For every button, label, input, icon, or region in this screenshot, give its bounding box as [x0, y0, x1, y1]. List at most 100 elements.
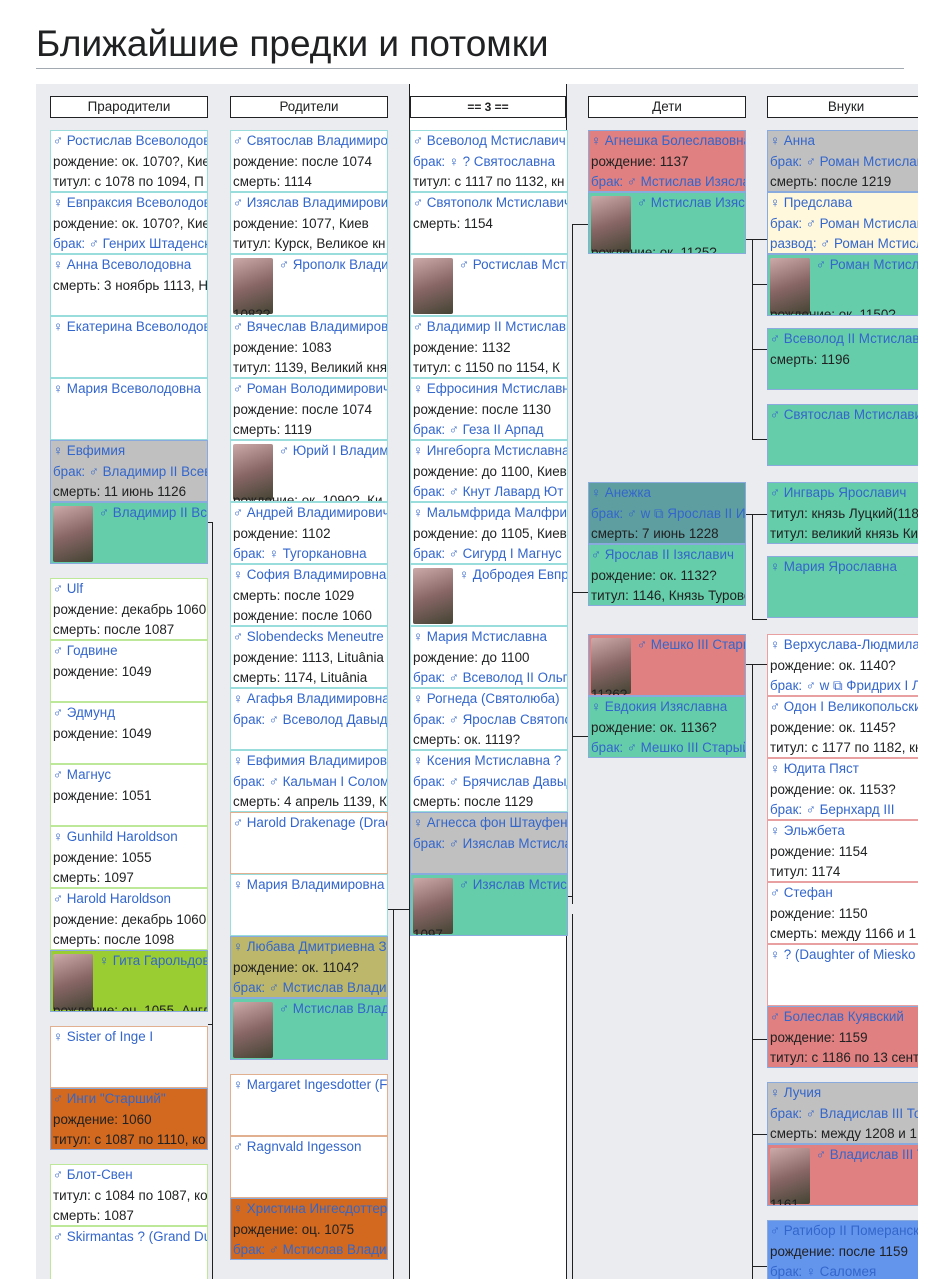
person-card[interactable]: ♂ Владислав III Тонконогий 1161 — [767, 1144, 918, 1206]
person-name-link[interactable]: ♂ Harold Drakenage (Drac — [233, 813, 387, 834]
person-name-link[interactable]: ♀ Ксения Мстиславна ? — [413, 751, 567, 772]
person-name-link[interactable]: ♂ Владислав III Тонконогий — [816, 1145, 918, 1166]
person-name-link[interactable]: ♂ Ulf — [53, 579, 207, 600]
person-card[interactable]: ♂ Мстислав Изяславич рождение: ок. 1125? — [588, 192, 746, 254]
person-name-link[interactable]: ♀ Анна Всеволодовна — [53, 255, 207, 276]
person-card[interactable]: ♀ Эльжбета рождение: 1154 титул: 1174 — [767, 820, 918, 882]
person-card[interactable]: ♀ Ксения Мстиславна ? брак: ♂ Брячислав Д… — [410, 750, 568, 812]
person-card[interactable]: ♀ Евфимия Владимировна брак: ♂ Кальман I … — [230, 750, 388, 812]
person-name-link[interactable]: ♀ Агнешка Болеславовна — [591, 131, 745, 152]
marriage-link[interactable]: брак: ♂ Мстислав Владимирович — [233, 1240, 387, 1259]
person-card[interactable]: ♀ Sister of Inge I — [50, 1026, 208, 1088]
person-name-link[interactable]: ♂ Роман Володимирович — [233, 379, 387, 400]
person-card[interactable]: ♂ Ярополк Владимирович 1082? — [230, 254, 388, 316]
person-name-link[interactable]: ♂ Святослав Мстиславич — [770, 405, 918, 426]
person-name-link[interactable]: ♀ Предслава — [770, 193, 918, 214]
person-card[interactable]: ♀ Мария Владимировна — [230, 874, 388, 936]
portrait-image[interactable] — [413, 258, 453, 314]
person-name-link[interactable]: ♂ Всеволод II Мстиславич — [770, 329, 918, 350]
marriage-link[interactable]: брак: ♂ Мешко III Старый — [591, 738, 745, 757]
person-card[interactable]: ♂ Slobendecks Meneutre рождение: 1113, Li… — [230, 626, 388, 688]
person-name-link[interactable]: ♂ Вячеслав Владимирович — [233, 317, 387, 338]
marriage-link[interactable]: брак: ♂ Генрих Штаденский — [53, 234, 207, 253]
person-name-link[interactable]: ♀ Анна — [770, 131, 918, 152]
person-card[interactable]: ♀ Любава Дмитриевна Зрождение: ок. 1104?… — [230, 936, 388, 998]
person-name-link[interactable]: ♀ Гита Гарольдовна — [99, 951, 207, 972]
person-card[interactable]: ♀ Евдокия Изяславна рождение: ок. 1136? бр… — [588, 696, 746, 758]
person-card[interactable]: ♀ Агнесса фон Штауфен брак: ♂ Изяслав Мст… — [410, 812, 568, 874]
person-name-link[interactable]: ♂ Ragnvald Ingesson — [233, 1137, 387, 1158]
person-card[interactable]: ♀ Лучиябрак: ♂ Владислав III Тонконогийс… — [767, 1082, 918, 1144]
person-name-link[interactable]: ♂ Изяслав Мстиславич — [459, 875, 567, 896]
portrait-image[interactable] — [413, 568, 453, 624]
person-name-link[interactable]: ♀ Мария Владимировна — [233, 875, 387, 896]
person-name-link[interactable]: ♂ Роман Мстиславич — [816, 255, 918, 276]
marriage-link[interactable]: брак: ♂ Всеволод II Ольгович — [413, 668, 567, 687]
person-card[interactable]: ♀ Екатерина Всеволодовна — [50, 316, 208, 378]
person-name-link[interactable]: ♂ Владимир II Мстиславич — [413, 317, 567, 338]
marriage-link[interactable]: брак: ♂ Владимир II Всеволодович — [53, 462, 207, 483]
person-name-link[interactable]: ♀ ? (Daughter of Miesko I — [770, 945, 918, 966]
person-name-link[interactable]: ♂ Мстислав Изяславич — [637, 193, 745, 214]
person-name-link[interactable]: ♂ Юрий I Владимирович — [279, 441, 387, 462]
person-card[interactable]: ♂ Ragnvald Ingesson — [230, 1136, 388, 1198]
person-name-link[interactable]: ♂ Ярополк Владимирович — [279, 255, 387, 276]
person-name-link[interactable]: ♂ Святослав Владимирович — [233, 131, 387, 152]
person-card[interactable]: ♂ Ростислав Мстиславич — [410, 254, 568, 316]
person-card[interactable]: ♀ Предславабрак: ♂ Роман Мстиславичразво… — [767, 192, 918, 254]
marriage-link[interactable]: развод: ♂ Роман Мстиславич — [770, 234, 918, 253]
person-name-link[interactable]: ♀ Христина Ингесдоттер — [233, 1199, 387, 1220]
person-name-link[interactable]: ♀ Добродея Евпраксия — [459, 565, 567, 586]
person-card[interactable]: ♀ Гита Гарольдовна рождение: оц. 1055, Ан… — [50, 950, 208, 1012]
person-name-link[interactable]: ♀ Екатерина Всеволодовна — [53, 317, 207, 338]
person-card[interactable]: ♀ Верхуслава-Людмила рождение: ок. 1140? б… — [767, 634, 918, 696]
person-card[interactable]: ♂ Всеволод Мстиславич брак: ♀ ? Святослав… — [410, 130, 568, 192]
person-card[interactable]: ♂ Эдмунд рождение: 1049 — [50, 702, 208, 764]
person-name-link[interactable]: ♀ Мария Мстиславна — [413, 627, 567, 648]
person-name-link[interactable]: ♂ Ростислав Мстиславич — [459, 255, 567, 276]
person-card[interactable]: ♀ Агафья Владимировна брак: ♂ Всеволод Да… — [230, 688, 388, 750]
person-name-link[interactable]: ♂ Harold Haroldson — [53, 889, 207, 910]
person-name-link[interactable]: ♀ Евпраксия Всеволодовна — [53, 193, 207, 214]
person-card[interactable]: ♂ Блот-Свен титул: с 1084 по 1087, ко смер… — [50, 1164, 208, 1226]
person-card[interactable]: ♀ Мария Мстиславна рождение: до 1100 брак:… — [410, 626, 568, 688]
person-card[interactable]: ♂ Изяслав Мстиславич 1097 — [410, 874, 568, 936]
person-name-link[interactable]: ♀ Верхуслава-Людмила — [770, 635, 918, 656]
person-card[interactable]: ♀ Анна Всеволодовна смерть: 3 ноябрь 1113… — [50, 254, 208, 316]
person-name-link[interactable]: ♂ Стефан — [770, 883, 918, 904]
person-name-link[interactable]: ♀ Юдита Пяст — [770, 759, 918, 780]
person-card[interactable]: ♂ Ulf рождение: декабрь 1060 смерть: после… — [50, 578, 208, 640]
person-name-link[interactable]: ♂ Мешко III Старый — [637, 635, 745, 656]
marriage-link[interactable]: брак: ♂ Ярослав Святополчич — [413, 710, 567, 731]
person-card[interactable]: ♀ Добродея Евпраксия — [410, 564, 568, 626]
breadcrumb[interactable] — [36, 0, 916, 10]
marriage-link[interactable]: брак: ♂ Владислав III Тонконогий — [770, 1104, 918, 1125]
marriage-link[interactable]: брак: ♂ Всеволод Давыдович — [233, 710, 387, 731]
person-card[interactable]: ♂ Годвине рождение: 1049 — [50, 640, 208, 702]
person-card[interactable]: ♂ Harold Haroldson рождение: декабрь 1060… — [50, 888, 208, 950]
person-card[interactable]: ♀ Аннабрак: ♂ Роман Мстиславичсмерть: по… — [767, 130, 918, 192]
person-name-link[interactable]: ♀ Мария Всеволодовна — [53, 379, 207, 400]
person-name-link[interactable]: ♀ Евдокия Изяславна — [591, 697, 745, 718]
marriage-link[interactable]: брак: ♂ Мстислав Изяславич — [591, 172, 745, 191]
person-name-link[interactable]: ♀ Ингеборга Мстиславна — [413, 441, 567, 462]
marriage-link[interactable]: брак: ♂ Роман Мстиславич — [770, 152, 918, 173]
person-name-link[interactable]: ♂ Slobendecks Meneutre — [233, 627, 387, 648]
person-card[interactable]: ♂ Ингварь Ярославич титул: князь Луцкий(1… — [767, 482, 918, 544]
person-name-link[interactable]: ♀ Мария Ярославна — [770, 557, 918, 578]
person-name-link[interactable]: ♂ Болеслав Куявский — [770, 1007, 918, 1028]
person-card[interactable]: ♀ Мальмфрида Малфрид рождение: до 1105, К… — [410, 502, 568, 564]
person-name-link[interactable]: ♂ Инги "Старший" — [53, 1089, 207, 1110]
person-name-link[interactable]: ♀ Gunhild Haroldson — [53, 827, 207, 848]
person-card[interactable]: ♀ Юдита Пяст рождение: ок. 1153? брак: ♂ Б… — [767, 758, 918, 820]
marriage-link[interactable]: брак: ♂ Изяслав Мстиславич — [413, 834, 567, 855]
person-card[interactable]: ♀ Евпраксия Всеволодовнарождение: ок. 10… — [50, 192, 208, 254]
person-card[interactable]: ♂ Андрей Владимирович рождение: 1102 брак:… — [230, 502, 388, 564]
person-card[interactable]: ♂ Инги "Старший" рождение: 1060 титул: с 1… — [50, 1088, 208, 1150]
person-card[interactable]: ♂ Ростислав Всеволодович рождение: ок. 10… — [50, 130, 208, 192]
person-name-link[interactable]: ♂ Skirmantas ? (Grand Duke — [53, 1227, 207, 1248]
person-name-link[interactable]: ♂ Мстислав Владимирович — [279, 999, 387, 1020]
person-card[interactable]: ♀ Анежкабрак: ♂ w ⧉ Ярослав II Изяславич… — [588, 482, 746, 544]
person-card[interactable]: ♂ Вячеслав Владимирович рождение: 1083 тит… — [230, 316, 388, 378]
marriage-link[interactable]: брак: ♂ Роман Мстиславич — [770, 214, 918, 235]
